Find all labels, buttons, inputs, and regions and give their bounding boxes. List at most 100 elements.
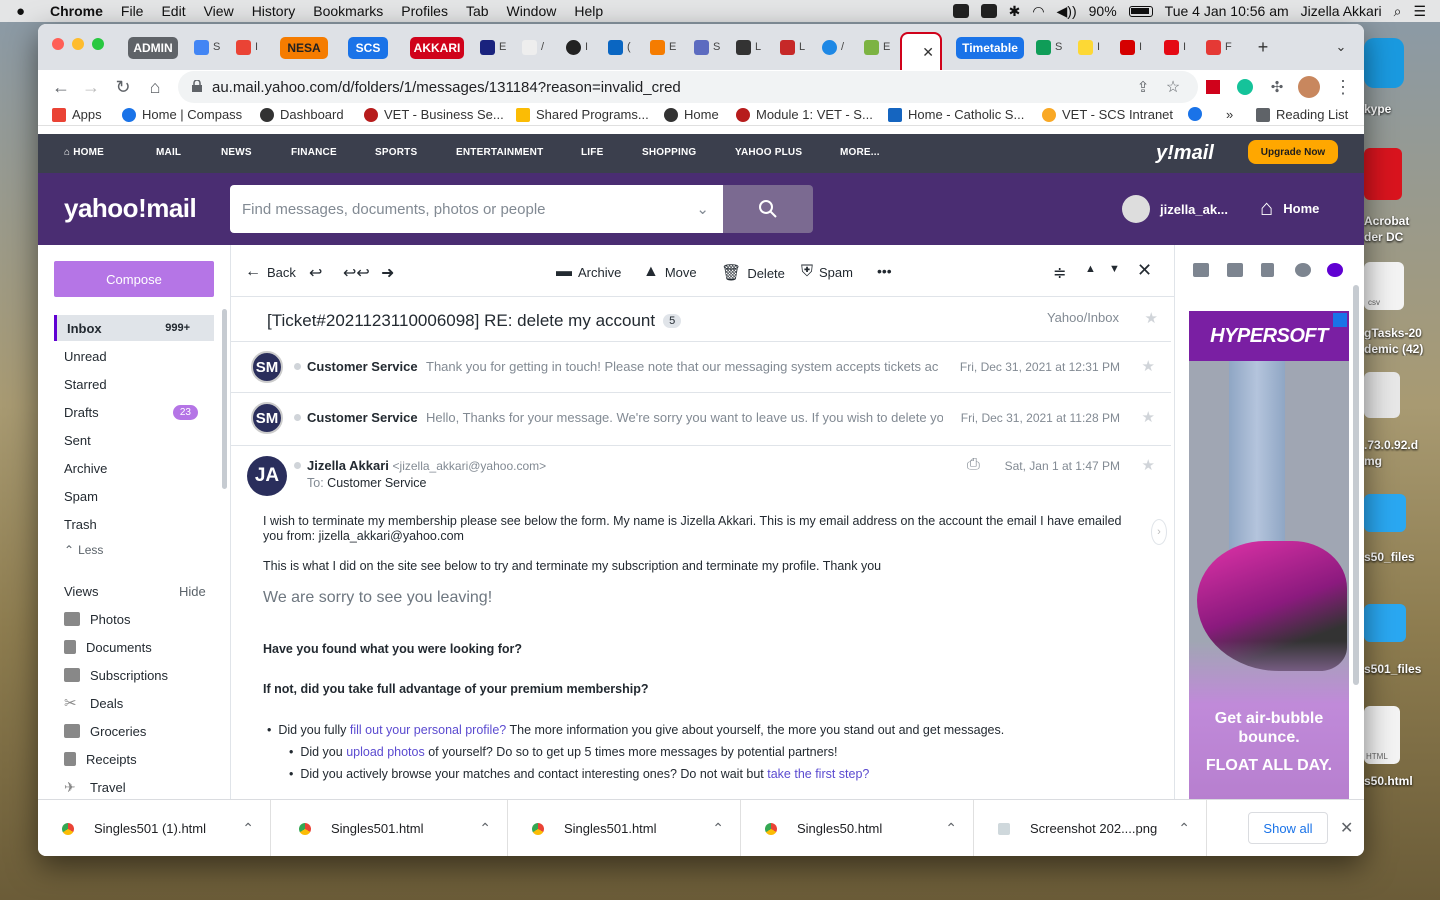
nav-news[interactable]: NEWS [221,147,252,158]
nav-more[interactable]: MORE... [840,147,880,158]
bookmark-star-icon[interactable]: ☆ [1160,74,1186,100]
chevron-up-icon[interactable]: ⌃ [945,820,957,837]
acrobat-desktop-icon[interactable] [1364,148,1402,200]
tab-generic[interactable]: L [776,34,809,60]
profile-avatar-icon[interactable] [1296,74,1322,100]
folder-drafts[interactable]: Drafts 23 [54,399,214,425]
tab-generic[interactable]: E [646,34,680,60]
ad-choices-icon[interactable] [1333,313,1347,327]
thread-message-row[interactable]: SM Customer Service Hello, Thanks for yo… [231,392,1171,443]
close-message-icon[interactable]: ✕ [1137,260,1152,281]
menu-bookmarks[interactable]: Bookmarks [313,3,383,19]
download-item[interactable]: Screenshot 202....png ⌃ [974,800,1207,856]
tab-generic[interactable]: F [1202,34,1236,60]
download-item[interactable]: Singles501.html ⌃ [508,800,741,856]
reply-button[interactable]: ↩ [309,263,322,283]
sidebar-scrollbar[interactable] [222,309,227,489]
upgrade-now-button[interactable]: Upgrade Now [1248,140,1338,164]
search-button[interactable] [723,185,813,233]
hide-views-link[interactable]: Hide [179,579,206,603]
tab-generic[interactable]: I [562,34,592,60]
tab-generic[interactable]: / [518,34,548,60]
wifi-icon[interactable]: ◠ [1032,3,1044,20]
yahoo-mail-logo[interactable]: yahoo!mail [64,193,197,224]
tab-active-yahoo-mail[interactable]: ✕ [900,32,942,70]
unread-dot[interactable] [294,414,301,421]
status-icon-b[interactable] [980,4,997,18]
menu-file[interactable]: File [121,3,144,19]
bookmark-module-1[interactable]: Module 1: VET - S... [736,107,873,122]
calendar-icon[interactable] [1227,263,1243,277]
battery-icon[interactable] [1128,5,1153,17]
reading-list[interactable]: Reading List [1256,107,1348,122]
folder-icon[interactable] [1364,604,1406,642]
bookmark-catholic[interactable]: Home - Catholic S... [888,107,1024,122]
close-icon[interactable]: ✕ [1340,818,1353,838]
bookmark-compass-2[interactable] [1188,107,1202,121]
close-window-button[interactable] [52,38,64,50]
tab-linkedin[interactable]: ( [604,34,635,60]
view-groceries[interactable]: Groceries [64,719,146,743]
download-item[interactable]: Singles501.html ⌃ [275,800,508,856]
nav-sports[interactable]: SPORTS [375,147,417,158]
spotlight-icon[interactable]: ⌕ [1394,3,1402,20]
reply-all-button[interactable]: ↩↩ [343,263,370,283]
tab-generic[interactable]: / [818,34,848,60]
address-bar[interactable]: au.mail.yahoo.com/d/folders/1/messages/1… [178,71,1198,103]
tab-timetable[interactable]: Timetable [956,37,1024,59]
menu-window[interactable]: Window [507,3,557,19]
tab-close-icon[interactable]: ✕ [922,44,934,61]
chevron-up-icon[interactable]: ⌃ [712,820,724,837]
folder-unread[interactable]: Unread [54,343,214,369]
star-icon[interactable]: ★ [1142,456,1155,474]
bookmark-compass[interactable]: Home | Compass [122,107,242,122]
view-photos[interactable]: Photos [64,607,130,631]
tab-generic[interactable]: E [476,34,510,60]
bookmark-vet-business[interactable]: VET - Business Se... [364,107,504,122]
menu-tab[interactable]: Tab [466,3,489,19]
archive-button[interactable]: ▬ Archive [556,263,621,281]
help-icon[interactable] [1295,263,1311,277]
user-name[interactable]: Jizella Akkari [1301,3,1382,19]
tab-generic[interactable]: S [690,34,724,60]
first-step-link[interactable]: take the first step? [767,767,869,781]
forward-arrow-icon[interactable]: → [78,74,104,100]
less-toggle[interactable]: ⌃ Less [54,537,214,563]
collapse-icon[interactable]: ≑ [1053,263,1066,283]
folder-spam[interactable]: Spam [54,483,214,509]
next-message-icon[interactable]: ▼ [1109,263,1120,275]
view-travel[interactable]: ✈ Travel [64,775,126,799]
expand-rail-chevron-icon[interactable]: › [1151,519,1167,545]
extensions-puzzle-icon[interactable]: ✣ [1264,74,1290,100]
tab-generic[interactable]: L [732,34,765,60]
nav-mail[interactable]: MAIL [156,147,181,158]
reload-icon[interactable]: ↻ [110,74,136,100]
unread-dot[interactable] [294,363,301,370]
advertisement[interactable]: HYPERSOFT Get air-bubble bounce. FLOAT A… [1189,311,1349,799]
nav-finance[interactable]: FINANCE [291,147,337,158]
home-icon[interactable]: ⌂ [142,74,168,100]
contacts-icon[interactable] [1193,263,1209,277]
upload-photos-link[interactable]: upload photos [346,745,425,759]
clock[interactable]: Tue 4 Jan 10:56 am [1165,3,1289,19]
tab-nesa[interactable]: NESA [280,37,328,59]
nav-shopping[interactable]: SHOPPING [642,147,696,158]
search-options-chevron-icon[interactable]: ⌄ [696,200,709,218]
menu-edit[interactable]: Edit [161,3,185,19]
back-button[interactable]: ← Back [245,263,296,281]
skype-desktop-icon[interactable] [1364,38,1404,88]
tab-akkari[interactable]: AKKARI [410,37,464,59]
view-receipts[interactable]: Receipts [64,747,137,771]
bookmark-scs-intranet[interactable]: VET - SCS Intranet [1042,107,1173,122]
menu-view[interactable]: View [204,3,234,19]
compose-button[interactable]: Compose [54,261,214,297]
view-subscriptions[interactable]: Subscriptions [64,663,168,687]
search-input[interactable]: Find messages, documents, photos or peop… [230,185,723,233]
grammarly-icon[interactable] [1232,74,1258,100]
home-link[interactable]: ⌂ Home [1260,195,1319,221]
print-icon[interactable]: ⎙ [967,456,980,474]
page-scrollbar[interactable] [1353,285,1359,685]
new-tab-icon[interactable]: + [1250,34,1276,60]
tab-calendar[interactable]: S [190,34,224,60]
volume-icon[interactable]: ◀)) [1057,3,1077,20]
